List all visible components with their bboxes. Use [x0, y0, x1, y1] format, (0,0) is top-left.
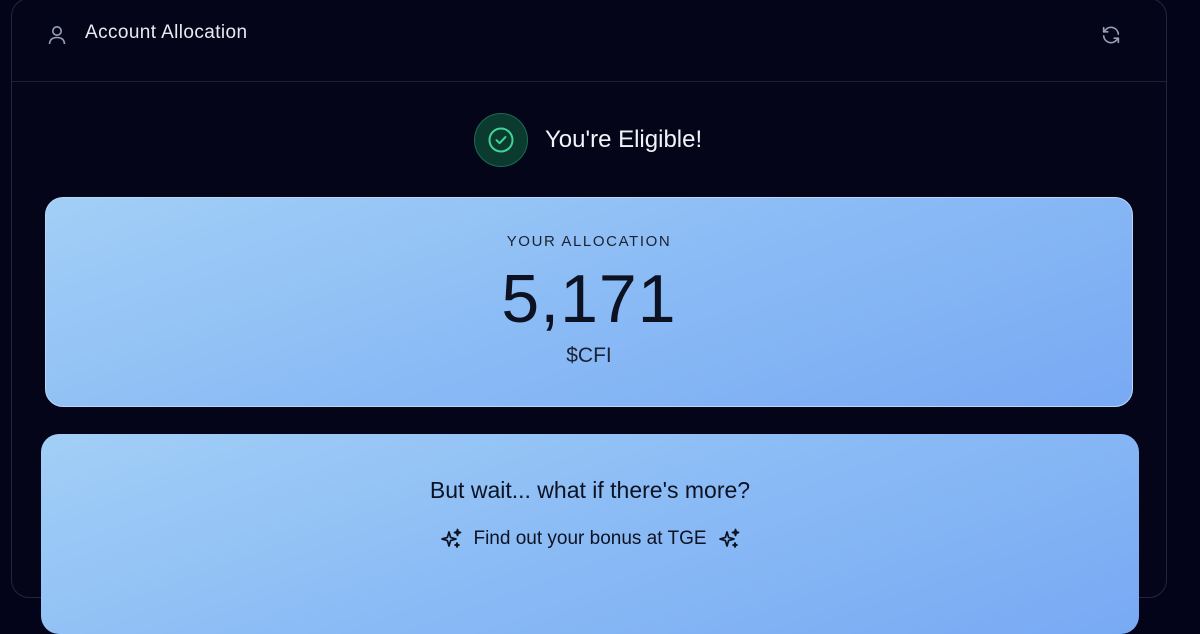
refresh-icon[interactable] — [1100, 24, 1122, 46]
panel-header: Account Allocation — [12, 0, 1166, 82]
bonus-line: Find out your bonus at TGE — [41, 527, 1139, 551]
bonus-text: Find out your bonus at TGE — [473, 528, 707, 549]
account-allocation-panel: Account Allocation You're Eligible! YOUR… — [11, 0, 1167, 634]
user-icon — [48, 25, 66, 45]
bonus-card: But wait... what if there's more? Find o… — [41, 434, 1139, 634]
eligibility-status: You're Eligible! — [474, 112, 702, 168]
sparkles-icon — [439, 527, 463, 551]
allocation-label: YOUR ALLOCATION — [506, 233, 672, 250]
bonus-title: But wait... what if there's more? — [429, 477, 751, 503]
panel-title: Account Allocation — [85, 22, 248, 43]
allocation-card: YOUR ALLOCATION 5,171 $CFI — [45, 197, 1133, 407]
allocation-token: $CFI — [566, 344, 612, 367]
check-circle-icon — [474, 113, 528, 167]
allocation-amount: 5,171 — [501, 261, 677, 337]
eligibility-text: You're Eligible! — [545, 126, 703, 153]
sparkles-icon — [717, 527, 741, 551]
